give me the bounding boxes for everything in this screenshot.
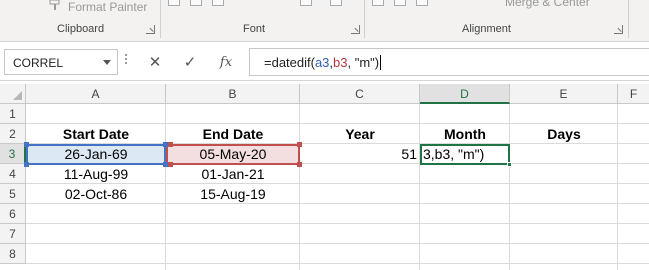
column-header-a[interactable]: A [26, 84, 166, 104]
cell-a5[interactable]: 02-Oct-86 [26, 184, 166, 204]
cell-b2-end-date-header[interactable]: End Date [166, 124, 300, 144]
cell-e2-days-header[interactable]: Days [510, 124, 618, 144]
column-header-f[interactable]: F [618, 84, 649, 104]
resize-handle-icon[interactable] [125, 54, 128, 70]
formula-bar: CORREL ✕ ✓ fx =datedif(a3,b3, "m") [0, 42, 649, 81]
cancel-entry-icon[interactable]: ✕ [145, 52, 165, 72]
cell-c2-year-header[interactable]: Year [300, 124, 420, 144]
group-divider [364, 0, 365, 38]
column-header-d[interactable]: D [420, 84, 510, 104]
row-header-7[interactable]: 7 [0, 224, 26, 244]
align-right-button[interactable] [416, 0, 428, 6]
name-box[interactable]: CORREL [4, 49, 118, 75]
format-painter-icon[interactable] [48, 0, 62, 11]
clipboard-launcher-icon[interactable] [146, 25, 155, 34]
row-header-4[interactable]: 4 [0, 164, 26, 184]
ribbon: Format Painter Clipboard Font Merge & Ce… [0, 0, 649, 42]
formula-ref-b3: b3 [333, 55, 348, 70]
chevron-down-icon[interactable] [103, 60, 111, 65]
cell-b4[interactable]: 01-Jan-21 [166, 164, 300, 184]
alignment-group-label: Alignment [462, 23, 511, 35]
formula-suffix: , "m") [347, 55, 380, 70]
row-header-8[interactable]: 8 [0, 244, 26, 264]
cell-d3-editing-text[interactable]: 3,b3, "m") [421, 144, 509, 164]
column-header-b[interactable]: B [166, 84, 300, 104]
name-box-value: CORREL [13, 56, 64, 70]
italic-button[interactable] [190, 0, 202, 6]
gridline [26, 263, 649, 264]
select-all-button[interactable] [0, 84, 26, 104]
merge-center-button[interactable]: Merge & Center [505, 0, 590, 9]
gridline [26, 243, 649, 244]
font-color-button[interactable] [330, 0, 342, 6]
group-divider [160, 0, 161, 38]
column-header-e[interactable]: E [510, 84, 618, 104]
row-header-2[interactable]: 2 [0, 124, 26, 144]
formula-input[interactable]: =datedif(a3,b3, "m") [249, 48, 649, 76]
row-header-5[interactable]: 5 [0, 184, 26, 204]
cell-c3[interactable]: 51 [300, 144, 420, 164]
clipboard-group-label: Clipboard [57, 23, 105, 35]
insert-function-icon[interactable]: fx [216, 52, 236, 72]
formula-ref-a3: a3 [314, 55, 330, 70]
alignment-launcher-icon[interactable] [614, 25, 623, 34]
cell-b3[interactable]: 05-May-20 [166, 144, 300, 164]
column-header-c[interactable]: C [300, 84, 420, 104]
row-header-6[interactable]: 6 [0, 204, 26, 224]
worksheet-grid[interactable]: A B C D E F 1 2 3 4 5 6 7 8 Start Date E… [0, 84, 649, 270]
confirm-entry-icon[interactable]: ✓ [180, 52, 200, 72]
fill-color-button[interactable] [300, 0, 312, 6]
row-header-3[interactable]: 3 [0, 144, 26, 164]
align-center-button[interactable] [394, 0, 406, 6]
cell-b5[interactable]: 15-Aug-19 [166, 184, 300, 204]
row-header-1[interactable]: 1 [0, 104, 26, 124]
font-launcher-icon[interactable] [351, 25, 360, 34]
cell-a3[interactable]: 26-Jan-69 [26, 144, 166, 164]
text-caret [380, 55, 382, 70]
cell-a2-start-date-header[interactable]: Start Date [26, 124, 166, 144]
underline-button[interactable] [212, 0, 224, 6]
gridline [26, 223, 649, 224]
group-divider [628, 0, 629, 38]
align-left-button[interactable] [372, 0, 384, 6]
cell-d2-month-header[interactable]: Month [420, 124, 510, 144]
bold-button[interactable] [168, 0, 180, 6]
font-group-label: Font [243, 23, 266, 35]
cell-a4[interactable]: 11-Aug-99 [26, 164, 166, 184]
formula-prefix: =datedif( [264, 55, 315, 70]
format-painter-button[interactable]: Format Painter [68, 0, 147, 14]
fill-handle[interactable] [507, 162, 512, 167]
